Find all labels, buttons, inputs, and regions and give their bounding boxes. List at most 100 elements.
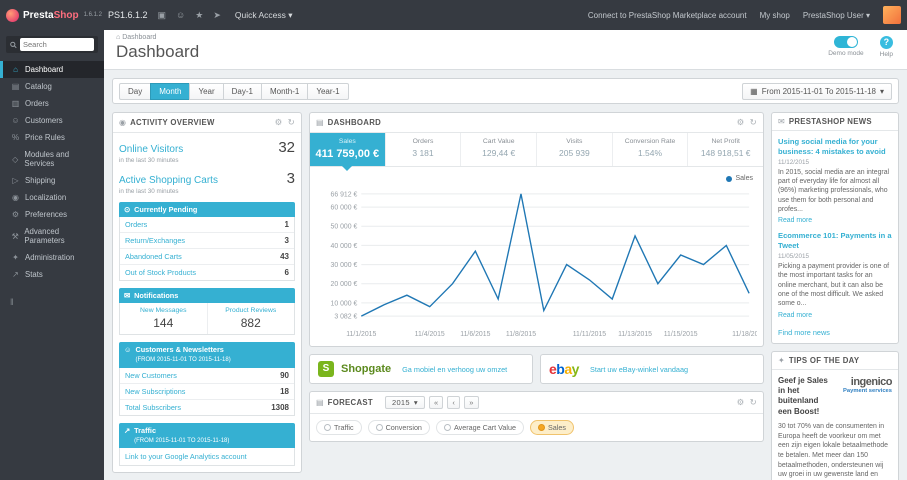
ebay-link[interactable]: Start uw eBay-winkel vandaag: [590, 365, 688, 374]
forecast-legend-traffic[interactable]: Traffic: [316, 420, 362, 435]
svg-text:30 000 €: 30 000 €: [331, 262, 358, 269]
date-toolbar: Day Month Year Day-1 Month-1 Year-1 ▦ Fr…: [112, 78, 899, 104]
month-1-button[interactable]: Month-1: [260, 82, 309, 100]
sidebar-item-dashboard[interactable]: ⌂ Dashboard: [0, 61, 104, 78]
news-headline-link[interactable]: Ecommerce 101: Payments in a Tweet: [778, 231, 892, 251]
forecast-legend-average-cart-value[interactable]: Average Cart Value: [435, 420, 524, 435]
svg-text:3 082 €: 3 082 €: [334, 313, 357, 320]
read-more-link[interactable]: Read more: [778, 217, 812, 224]
orders-icon: ▥: [11, 99, 20, 108]
ebay-logo: ebay: [549, 361, 579, 377]
news-article: Using social media for your business: 4 …: [778, 137, 892, 231]
forecast-prev-button[interactable]: ‹: [447, 396, 461, 409]
year-1-button[interactable]: Year-1: [307, 82, 349, 100]
preferences-icon: ⚙: [11, 210, 20, 219]
online-visitors-link[interactable]: Online Visitors: [119, 144, 183, 155]
price-rules-icon: %: [11, 133, 20, 142]
year-button[interactable]: Year: [189, 82, 224, 100]
sidebar-item-modules[interactable]: ◇ Modules and Services: [0, 146, 104, 172]
svg-text:11/1/2015: 11/1/2015: [346, 331, 376, 338]
sidebar-item-shipping[interactable]: ▷ Shipping: [0, 172, 104, 189]
dashboard-panel-title: DASHBOARD: [327, 118, 382, 127]
kpi-net-profit[interactable]: Net Profit 148 918,51 €: [688, 133, 763, 166]
dashboard-icon: ⌂: [13, 65, 18, 74]
demo-mode-toggle[interactable]: [833, 36, 858, 48]
sidebar-item-price-rules[interactable]: % Price Rules: [0, 129, 104, 146]
prestashop-logo[interactable]: PrestaShop 1.6.1.2: [0, 8, 104, 22]
help-icon[interactable]: ?: [879, 36, 893, 49]
home-icon: ⌂: [116, 34, 121, 41]
sidebar-item-label: Orders: [25, 99, 49, 108]
svg-text:66 912 €: 66 912 €: [331, 191, 358, 198]
sidebar-item-label: Modules and Services: [24, 150, 70, 168]
sidebar-item-localization[interactable]: ◉ Localization: [0, 189, 104, 206]
kpi-conversion-rate[interactable]: Conversion Rate 1.54%: [613, 133, 689, 166]
gear-icon[interactable]: ⚙: [737, 117, 745, 128]
sidebar-item-administration[interactable]: ✦ Administration: [0, 249, 104, 266]
kpi-sales[interactable]: Sales 411 759,00 €: [310, 133, 386, 171]
chevron-down-icon: ▾: [879, 86, 884, 96]
active-carts-link[interactable]: Active Shopping Carts: [119, 175, 218, 186]
sidebar-item-orders[interactable]: ▥ Orders: [0, 95, 104, 112]
refresh-icon[interactable]: ↻: [288, 117, 295, 128]
refresh-icon[interactable]: ↻: [750, 397, 757, 408]
svg-text:60 000 €: 60 000 €: [331, 205, 358, 212]
news-icon: ✉: [778, 117, 785, 126]
forecast-legend-conversion[interactable]: Conversion: [367, 420, 430, 435]
chevron-down-icon: ▾: [413, 398, 418, 407]
google-analytics-link[interactable]: Link to your Google Analytics account: [120, 448, 294, 465]
sidebar-item-preferences[interactable]: ⚙ Preferences: [0, 206, 104, 223]
shopgate-link[interactable]: Ga mobiel en verhoog uw omzet: [402, 365, 507, 374]
user-icon[interactable]: ☺: [176, 10, 185, 21]
star-icon[interactable]: ★: [195, 10, 203, 21]
kpi-orders[interactable]: Orders 3 181: [386, 133, 462, 166]
user-menu[interactable]: PrestaShop User ▾: [803, 11, 870, 20]
avatar[interactable]: [883, 6, 901, 24]
day-1-button[interactable]: Day-1: [222, 82, 262, 100]
modules-icon: ◇: [12, 154, 19, 164]
chart-legend[interactable]: Sales: [316, 175, 757, 182]
day-button[interactable]: Day: [119, 82, 152, 100]
forecast-legend-sales[interactable]: Sales: [530, 420, 574, 435]
rocket-icon[interactable]: ➤: [213, 10, 221, 21]
sidebar-collapse-icon[interactable]: ‖: [10, 297, 104, 307]
news-headline-link[interactable]: Using social media for your business: 4 …: [778, 137, 892, 157]
shop-name-link[interactable]: PS1.6.1.2: [108, 10, 148, 20]
forecast-next-button[interactable]: »: [464, 396, 479, 409]
forecast-panel: ▤ FORECAST 2015 ▾ « ‹ » ⚙ ↻ Traffic Conv…: [309, 391, 764, 442]
kpi-cart-value[interactable]: Cart Value 129,44 €: [461, 133, 538, 166]
find-more-news-link[interactable]: Find more news: [778, 328, 892, 337]
sidebar-item-label: Advanced Parameters: [24, 227, 65, 245]
sidebar-item-advanced-parameters[interactable]: ⚒ Advanced Parameters: [0, 223, 104, 249]
date-range-picker[interactable]: ▦ From 2015-11-01 To 2015-11-18 ▾: [742, 82, 892, 100]
sidebar-item-customers[interactable]: ☺ Customers: [0, 112, 104, 129]
forecast-year-select[interactable]: 2015 ▾: [384, 396, 425, 409]
month-button[interactable]: Month: [150, 82, 191, 100]
news-panel-title: PRESTASHOP NEWS: [788, 117, 872, 126]
cart-icon[interactable]: ▣: [158, 10, 167, 21]
forecast-first-button[interactable]: «: [428, 396, 444, 409]
localization-icon: ◉: [12, 193, 19, 202]
catalog-icon: ▤: [11, 82, 20, 91]
ingenico-logo: ingenico Payment services: [843, 375, 893, 394]
logo-version: 1.6.1.2: [83, 12, 102, 18]
search-input[interactable]: [19, 38, 94, 51]
kpi-visits[interactable]: Visits 205 939: [537, 133, 613, 166]
marketplace-link[interactable]: Connect to PrestaShop Marketplace accoun…: [588, 11, 747, 20]
currently-pending-header: ⊙ Currently Pending: [119, 202, 295, 218]
clock-icon: ⊙: [124, 205, 131, 214]
quick-access-menu[interactable]: Quick Access ▾: [235, 10, 293, 21]
customers-icon: ☺: [11, 116, 20, 125]
my-shop-link[interactable]: My shop: [760, 11, 790, 20]
prestashop-news-panel: ✉ PRESTASHOP NEWS Using social media for…: [771, 112, 899, 344]
activity-overview-panel: ◉ ACTIVITY OVERVIEW ⚙ ↻ Online Visitors 3…: [112, 112, 302, 474]
gear-icon[interactable]: ⚙: [737, 397, 745, 408]
sidebar-item-catalog[interactable]: ▤ Catalog: [0, 78, 104, 95]
active-carts-value: 3: [286, 170, 295, 187]
read-more-link[interactable]: Read more: [778, 312, 812, 319]
currently-pending-box: Orders 1 Return/Exchanges 3 Abandoned Cart…: [119, 217, 295, 282]
gear-icon[interactable]: ⚙: [275, 117, 283, 128]
refresh-icon[interactable]: ↻: [750, 117, 757, 128]
sidebar-item-stats[interactable]: ↗ Stats: [0, 266, 104, 283]
sidebar-item-label: Localization: [25, 193, 67, 202]
